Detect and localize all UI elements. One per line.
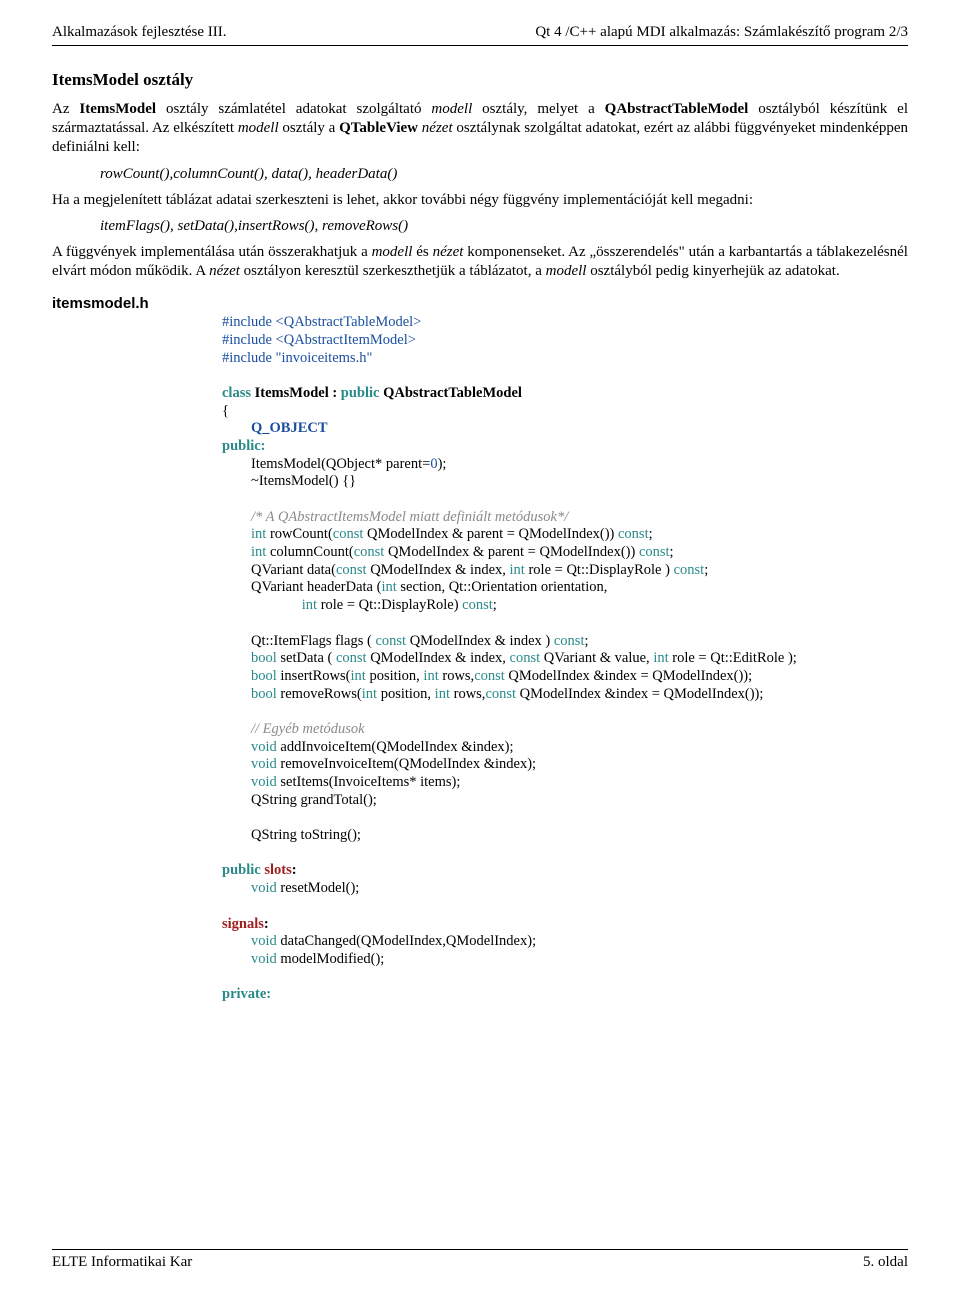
source-filename: itemsmodel.h [52,295,908,312]
paragraph-2: Ha a megjelenített táblázat adatai szerk… [52,191,908,210]
header-left: Alkalmazások fejlesztése III. [52,24,227,41]
footer-right: 5. oldal [863,1254,908,1271]
footer-rule [52,1249,908,1250]
header-right: Qt 4 /C++ alapú MDI alkalmazás: Számlaké… [535,24,908,41]
paragraph-3: A függvények implementálása után összera… [52,243,908,281]
paragraph-1: Az ItemsModel osztály számlatétel adatok… [52,100,908,158]
section-title: ItemsModel osztály [52,70,908,90]
page-footer: ELTE Informatikai Kar 5. oldal [52,1249,908,1271]
code-block: #include <QAbstractTableModel> #include … [222,314,908,1004]
footer-left: ELTE Informatikai Kar [52,1254,192,1271]
header-rule [52,45,908,46]
func-list-2: itemFlags(), setData(),insertRows(), rem… [100,218,908,235]
func-list-1: rowCount(),columnCount(), data(), header… [100,166,908,183]
page-header: Alkalmazások fejlesztése III. Qt 4 /C++ … [52,24,908,41]
